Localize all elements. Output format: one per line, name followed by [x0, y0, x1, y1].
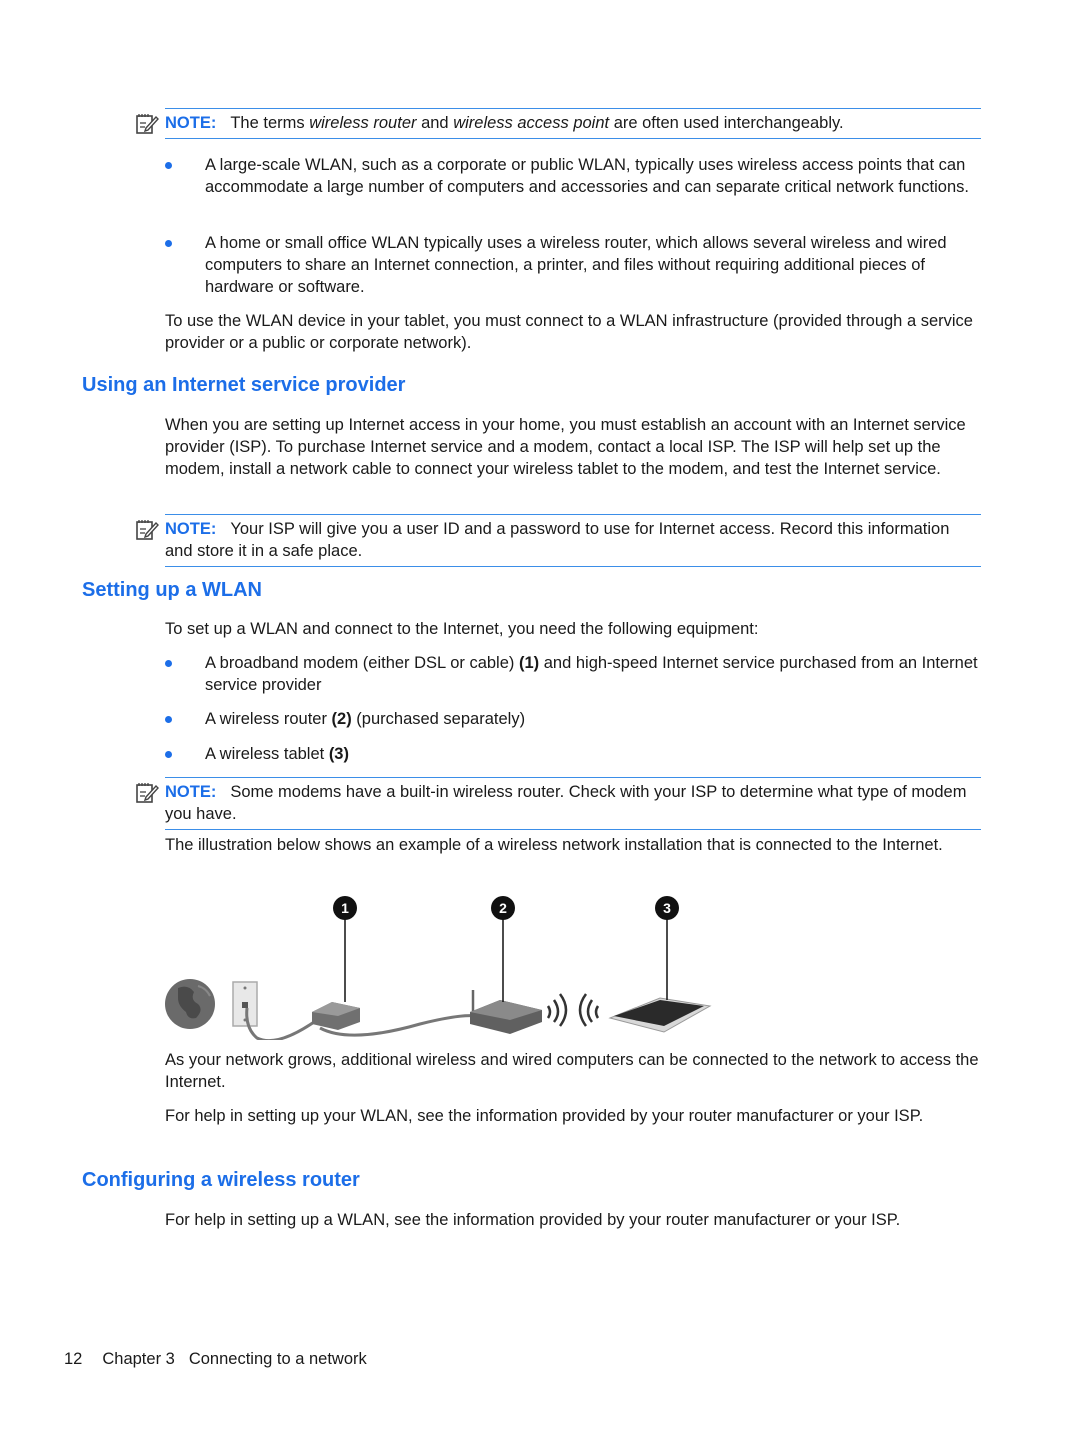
paragraph: As your network grows, additional wirele… — [165, 1051, 979, 1091]
section-heading-wlan: Setting up a WLAN — [82, 579, 262, 601]
tablet-icon — [608, 997, 712, 1033]
note-box-terms: NOTE: The terms wireless router and wirel… — [136, 108, 981, 139]
callout-2: 2 — [491, 896, 515, 1002]
chapter-title: Connecting to a network — [188, 1350, 367, 1368]
bullet-icon — [165, 751, 172, 758]
modem-icon — [312, 1002, 360, 1030]
router-icon — [470, 990, 542, 1034]
paragraph: The illustration below shows an example … — [165, 836, 943, 854]
svg-text:3: 3 — [663, 900, 671, 916]
list-item: A home or small office WLAN typically us… — [165, 232, 980, 298]
note-text: Your ISP will give you a user ID and a p… — [165, 520, 950, 560]
list-item: A broadband modem (either DSL or cable) … — [165, 652, 980, 696]
callout-1: 1 — [333, 896, 357, 1002]
paragraph: To use the WLAN device in your tablet, y… — [165, 312, 973, 352]
wifi-signal-icon — [546, 993, 600, 1027]
note-box-modem: NOTE: Some modems have a built-in wireles… — [136, 777, 981, 830]
note-label: NOTE: — [165, 783, 217, 801]
paragraph: When you are setting up Internet access … — [165, 416, 966, 478]
globe-icon — [165, 979, 215, 1029]
wireless-network-illustration: 1 2 3 — [165, 896, 712, 1040]
callout-3: 3 — [655, 896, 679, 1000]
svg-text:1: 1 — [341, 900, 349, 916]
list-item: A large-scale WLAN, such as a corporate … — [165, 154, 980, 198]
section-heading-router: Configuring a wireless router — [82, 1169, 360, 1191]
page-number: 12 — [64, 1350, 83, 1368]
svg-text:2: 2 — [499, 900, 507, 916]
bullet-icon — [165, 660, 172, 667]
paragraph: To set up a WLAN and connect to the Inte… — [165, 620, 759, 638]
bullet-icon — [165, 240, 172, 247]
note-pencil-icon — [136, 783, 159, 803]
wall-jack-icon — [232, 981, 258, 1027]
note-text: Some modems have a built-in wireless rou… — [165, 783, 967, 823]
note-pencil-icon — [136, 520, 159, 540]
list-item: A wireless router (2) (purchased separat… — [165, 708, 980, 730]
note-label: NOTE: — [165, 520, 217, 538]
bullet-icon — [165, 162, 172, 169]
section-heading-isp: Using an Internet service provider — [82, 374, 406, 396]
note-box-isp: NOTE: Your ISP will give you a user ID an… — [136, 514, 981, 567]
list-item: A wireless tablet (3) — [165, 743, 980, 765]
note-label: NOTE: — [165, 114, 217, 132]
note-pencil-icon — [136, 114, 159, 134]
page-footer: 12 Chapter 3 Connecting to a network — [64, 1350, 367, 1369]
chapter-label: Chapter 3 — [102, 1350, 175, 1368]
paragraph: For help in setting up your WLAN, see th… — [165, 1107, 924, 1125]
note-text: The terms wireless router and wireless a… — [230, 114, 844, 132]
bullet-icon — [165, 716, 172, 723]
paragraph: For help in setting up a WLAN, see the i… — [165, 1211, 901, 1229]
